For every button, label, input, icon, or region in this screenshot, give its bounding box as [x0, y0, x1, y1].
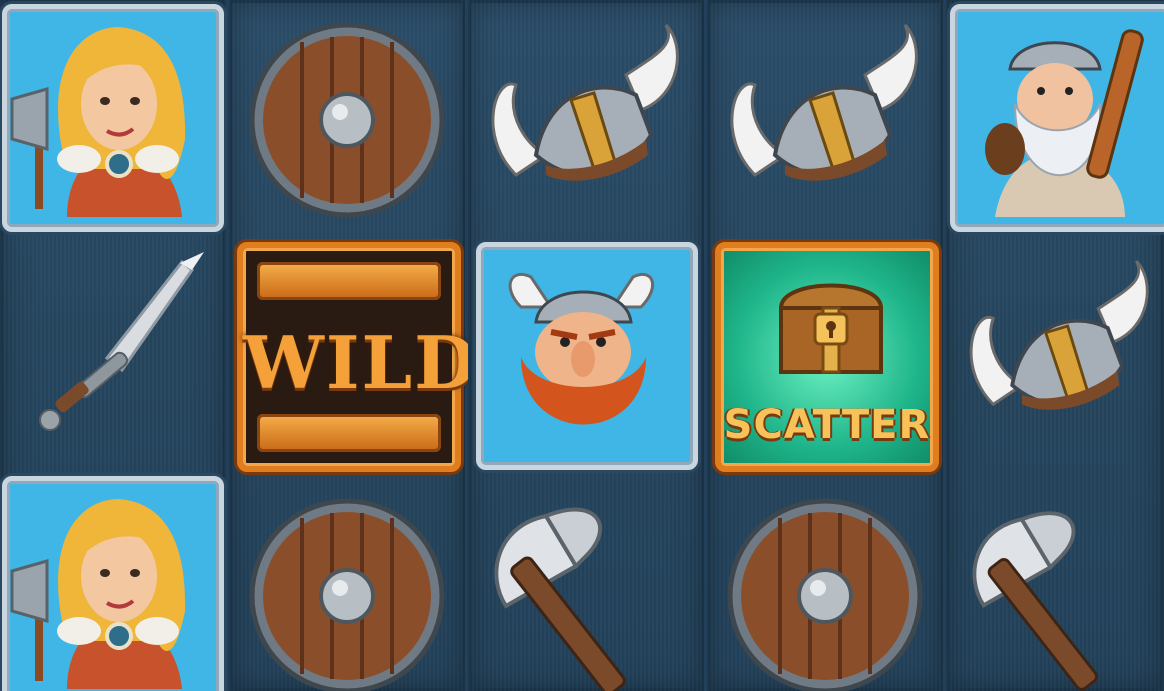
- wild-symbol-icon: WILD: [237, 242, 479, 472]
- symbol-axe-bottom: [944, 476, 1164, 691]
- symbol-oldviking: [944, 0, 1164, 232]
- horned-helmet-icon: [730, 23, 918, 181]
- symbol-shieldmaiden-top: [0, 0, 228, 232]
- round-shield-icon: [727, 498, 923, 691]
- wild-band-top: [257, 262, 441, 300]
- round-shield-icon: [249, 498, 445, 691]
- old-viking-portrait-icon: [950, 4, 1164, 232]
- horned-helmet-icon: [491, 23, 679, 181]
- symbol-shield-top: [231, 0, 463, 230]
- symbol-scatter: SCATTER: [709, 236, 941, 472]
- symbol-shield-bottom: [231, 476, 463, 691]
- shieldmaiden-portrait-icon: [2, 476, 224, 691]
- reel-1: [0, 0, 226, 691]
- symbol-helmet-top-2: [709, 0, 941, 230]
- symbol-helmet-mid: [944, 232, 1164, 462]
- wild-band-bottom: [257, 414, 441, 452]
- symbol-sword: [0, 230, 228, 460]
- treasure-chest-icon: [778, 283, 884, 374]
- horned-helmet-icon: [969, 260, 1149, 410]
- sword-icon: [39, 252, 204, 431]
- symbol-shieldmaiden-bottom: [0, 470, 228, 691]
- scatter-symbol-icon: SCATTER: [715, 242, 939, 472]
- battle-axe-icon: [494, 507, 626, 691]
- battle-axe-icon: [972, 511, 1098, 691]
- scatter-label: SCATTER: [723, 402, 931, 448]
- symbol-shield-bottom-2: [709, 476, 941, 691]
- reel-4: SCATTER: [707, 0, 943, 691]
- red-beard-viking-portrait-icon: [476, 242, 698, 470]
- slot-board: WILD SCATTER: [0, 0, 1164, 691]
- reel-2: WILD: [229, 0, 477, 691]
- symbol-wild: WILD: [231, 236, 477, 472]
- shieldmaiden-portrait-icon: [2, 4, 224, 232]
- wild-label: WILD: [243, 320, 479, 405]
- reel-5: [946, 0, 1164, 691]
- symbol-axe-mid: [470, 476, 702, 691]
- round-shield-icon: [249, 22, 445, 218]
- symbol-redbeard: [470, 236, 702, 470]
- symbol-helmet-top: [470, 0, 702, 230]
- reel-3: [468, 0, 704, 691]
